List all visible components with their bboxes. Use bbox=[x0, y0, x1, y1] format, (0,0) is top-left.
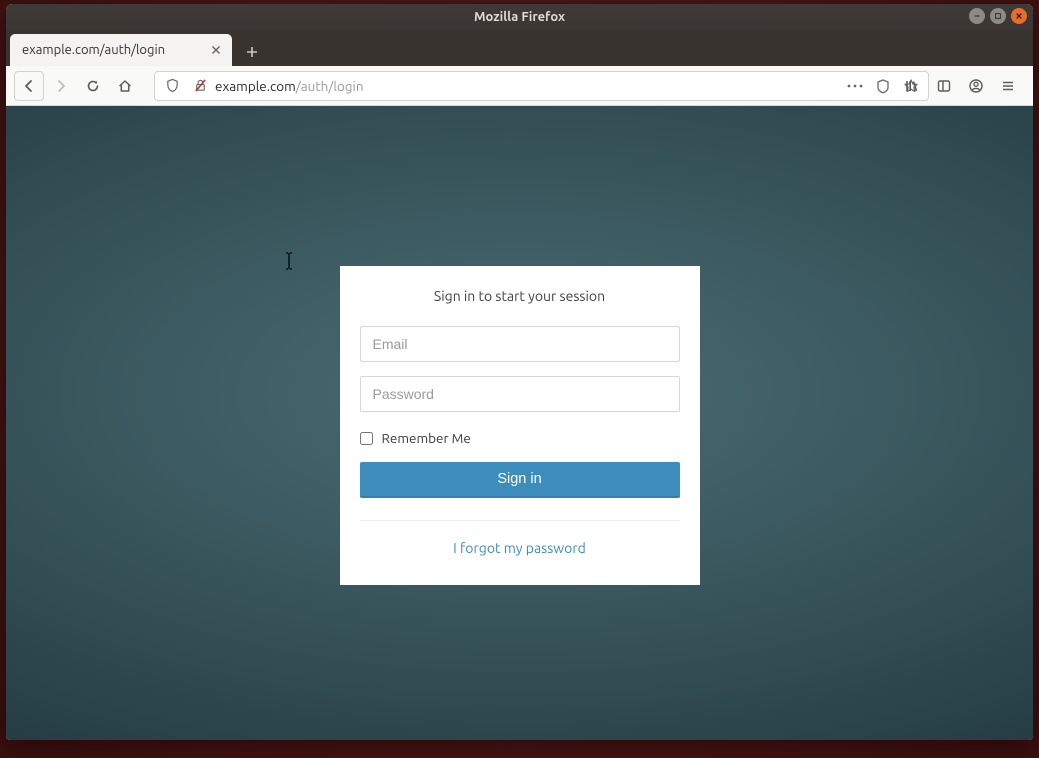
url-bar[interactable]: example.com/auth/login bbox=[154, 71, 929, 101]
close-button[interactable] bbox=[1011, 8, 1027, 24]
forgot-password-link[interactable]: I forgot my password bbox=[453, 540, 586, 556]
tab-active[interactable]: example.com/auth/login bbox=[10, 34, 232, 66]
toolbar-right bbox=[897, 71, 1023, 101]
remember-me[interactable]: Remember Me bbox=[360, 430, 680, 446]
window-title: Mozilla Firefox bbox=[474, 10, 565, 24]
forgot-password: I forgot my password bbox=[360, 539, 680, 557]
new-tab-button[interactable] bbox=[238, 38, 266, 66]
desktop: Mozilla Firefox example.com/auth/login bbox=[0, 0, 1039, 758]
shield-icon[interactable] bbox=[159, 73, 185, 99]
account-icon[interactable] bbox=[961, 71, 991, 101]
remember-checkbox[interactable] bbox=[360, 432, 373, 445]
forward-button[interactable] bbox=[46, 71, 76, 101]
library-icon[interactable] bbox=[897, 71, 927, 101]
back-button[interactable] bbox=[14, 71, 44, 101]
toolbar: example.com/auth/login bbox=[6, 66, 1033, 106]
browser-window: Mozilla Firefox example.com/auth/login bbox=[6, 4, 1033, 740]
login-message: Sign in to start your session bbox=[360, 288, 680, 304]
window-controls bbox=[969, 8, 1027, 24]
remember-label: Remember Me bbox=[382, 430, 471, 446]
reload-button[interactable] bbox=[78, 71, 108, 101]
tab-close-icon[interactable] bbox=[208, 42, 224, 58]
sidebar-icon[interactable] bbox=[929, 71, 959, 101]
signin-button[interactable]: Sign in bbox=[360, 462, 680, 498]
home-button[interactable] bbox=[110, 71, 140, 101]
password-field[interactable] bbox=[360, 376, 680, 412]
menu-icon[interactable] bbox=[993, 71, 1023, 101]
minimize-button[interactable] bbox=[969, 8, 985, 24]
url-path: /auth/login bbox=[296, 78, 364, 94]
url-domain: example.com bbox=[215, 78, 296, 94]
tab-title: example.com/auth/login bbox=[22, 43, 165, 57]
login-card: Sign in to start your session Remember M… bbox=[340, 266, 700, 585]
email-field[interactable] bbox=[360, 326, 680, 362]
insecure-lock-icon[interactable] bbox=[187, 73, 213, 99]
page-actions-icon[interactable] bbox=[842, 73, 868, 99]
text-cursor-icon bbox=[284, 252, 296, 272]
tab-bar: example.com/auth/login bbox=[6, 30, 1033, 66]
divider bbox=[360, 520, 680, 521]
maximize-button[interactable] bbox=[990, 8, 1006, 24]
url-text[interactable]: example.com/auth/login bbox=[215, 78, 840, 94]
reader-mode-icon[interactable] bbox=[870, 73, 896, 99]
titlebar: Mozilla Firefox bbox=[6, 4, 1033, 30]
page-content: Sign in to start your session Remember M… bbox=[6, 106, 1033, 740]
